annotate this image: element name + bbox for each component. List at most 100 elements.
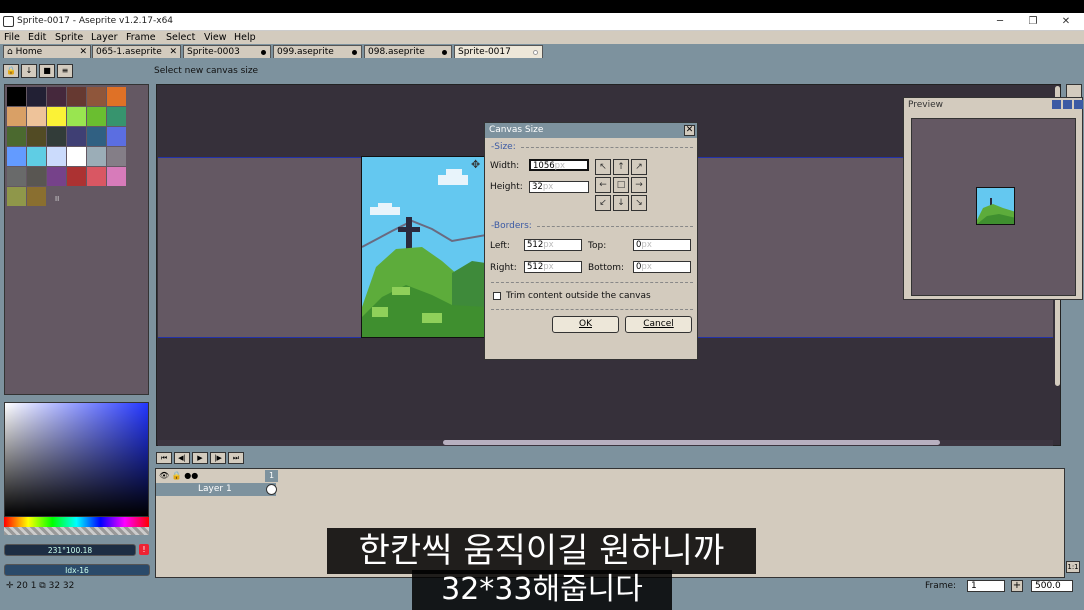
last-frame-icon[interactable]: ⏭: [228, 452, 244, 464]
menu-layer[interactable]: Layer: [91, 32, 118, 43]
palette-swatch[interactable]: [67, 167, 86, 186]
anchor-bottom-right-icon[interactable]: ↘: [631, 195, 647, 211]
menu-frame[interactable]: Frame: [126, 32, 156, 43]
palette-swatch[interactable]: [27, 107, 46, 126]
alpha-slider[interactable]: [4, 527, 149, 535]
palette-swatch[interactable]: [7, 107, 26, 126]
menu-select[interactable]: Select: [166, 32, 195, 43]
palette-swatch[interactable]: [47, 107, 66, 126]
palette-swatch[interactable]: [107, 107, 126, 126]
sort-icon[interactable]: ↓: [21, 64, 37, 78]
menu-file[interactable]: File: [4, 32, 20, 43]
next-frame-icon[interactable]: |▶: [210, 452, 226, 464]
zoom-input[interactable]: 500.0: [1031, 580, 1073, 592]
horizontal-scrollbar-thumb[interactable]: [443, 440, 940, 445]
height-input[interactable]: 32px: [529, 181, 589, 193]
modified-dot-icon[interactable]: [261, 50, 266, 55]
modified-dot-icon[interactable]: [533, 50, 538, 55]
trim-checkbox[interactable]: [493, 292, 501, 300]
palette-swatch[interactable]: [107, 167, 126, 186]
preview-play-icon[interactable]: [1063, 100, 1072, 109]
tab-sprite-0017[interactable]: Sprite-0017: [454, 45, 543, 58]
anchor-bottom-icon[interactable]: ↓: [613, 195, 629, 211]
anchor-top-icon[interactable]: ↑: [613, 159, 629, 175]
palette-swatch[interactable]: [7, 187, 26, 206]
anchor-center-icon[interactable]: □: [613, 177, 629, 193]
lock-icon[interactable]: 🔒: [3, 64, 19, 78]
left-input[interactable]: 512px: [524, 239, 582, 251]
palette-swatch[interactable]: [87, 167, 106, 186]
tab-098[interactable]: 098.aseprite: [364, 45, 452, 58]
anchor-top-left-icon[interactable]: ↖: [595, 159, 611, 175]
palette-swatch[interactable]: [87, 127, 106, 146]
prev-frame-icon[interactable]: ◀|: [174, 452, 190, 464]
palette-swatch[interactable]: [27, 187, 46, 206]
cancel-button[interactable]: Cancel: [625, 316, 692, 333]
palette-swatch[interactable]: [67, 127, 86, 146]
palette-swatch[interactable]: [87, 147, 106, 166]
layer-row[interactable]: Layer 1: [156, 483, 276, 496]
palette-resize-handle[interactable]: II: [55, 195, 59, 203]
palette-swatch[interactable]: [27, 147, 46, 166]
save-palette-icon[interactable]: ■: [39, 64, 55, 78]
minimize-button[interactable]: ─: [992, 15, 1008, 29]
close-window-button[interactable]: ✕: [1058, 15, 1074, 29]
palette-swatch[interactable]: [87, 107, 106, 126]
palette-swatch[interactable]: [47, 87, 66, 106]
add-frame-button[interactable]: +: [1011, 580, 1023, 592]
modified-dot-icon[interactable]: [352, 50, 357, 55]
width-input[interactable]: 1056px: [529, 159, 589, 171]
palette-swatch[interactable]: [67, 87, 86, 106]
preview-close-icon[interactable]: [1074, 100, 1083, 109]
tab-099[interactable]: 099.aseprite: [273, 45, 362, 58]
palette-swatch[interactable]: [67, 107, 86, 126]
play-icon[interactable]: ▶: [192, 452, 208, 464]
hue-slider[interactable]: [4, 517, 149, 527]
frame-header[interactable]: 1: [265, 470, 278, 482]
palette-swatch[interactable]: [47, 147, 66, 166]
options-icon[interactable]: ≡: [57, 64, 73, 78]
tab-close-icon[interactable]: ✕: [169, 46, 177, 58]
menu-help[interactable]: Help: [234, 32, 256, 43]
maximize-button[interactable]: ❐: [1025, 15, 1041, 29]
anchor-bottom-left-icon[interactable]: ↙: [595, 195, 611, 211]
frame-input[interactable]: 1: [967, 580, 1005, 592]
zoom-reset-button[interactable]: 1:1: [1066, 561, 1080, 573]
palette-swatch[interactable]: [27, 87, 46, 106]
ok-button[interactable]: OK: [552, 316, 619, 333]
top-input[interactable]: 0px: [633, 239, 691, 251]
menu-sprite[interactable]: Sprite: [55, 32, 83, 43]
palette-swatch[interactable]: [107, 127, 126, 146]
menu-edit[interactable]: Edit: [28, 32, 46, 43]
tab-065-1[interactable]: 065-1.aseprite ✕: [92, 45, 181, 58]
tab-sprite-0003[interactable]: Sprite-0003: [183, 45, 271, 58]
palette-swatch[interactable]: [47, 127, 66, 146]
link-icon[interactable]: ●●: [184, 471, 198, 480]
preview-pin-icon[interactable]: [1052, 100, 1061, 109]
palette-swatch[interactable]: [7, 147, 26, 166]
palette-swatch[interactable]: [67, 147, 86, 166]
palette-swatch[interactable]: [107, 87, 126, 106]
dialog-close-button[interactable]: ✕: [684, 125, 695, 136]
tab-close-icon[interactable]: ✕: [79, 46, 87, 58]
right-input[interactable]: 512px: [524, 261, 582, 273]
color-picker-area[interactable]: [4, 402, 149, 517]
modified-dot-icon[interactable]: [442, 50, 447, 55]
grid-toggle-icon[interactable]: [1066, 84, 1082, 98]
lock-icon[interactable]: 🔒: [172, 471, 182, 480]
tab-home[interactable]: ⌂ Home ✕: [3, 45, 91, 58]
sprite-image[interactable]: [361, 156, 485, 338]
first-frame-icon[interactable]: ⏮: [156, 452, 172, 464]
palette-swatch[interactable]: [87, 87, 106, 106]
cel-keyframe-icon[interactable]: [266, 484, 277, 495]
anchor-top-right-icon[interactable]: ↗: [631, 159, 647, 175]
anchor-left-icon[interactable]: ←: [595, 177, 611, 193]
bg-color-field[interactable]: Idx-16: [4, 564, 150, 576]
palette-swatch[interactable]: [7, 127, 26, 146]
palette-swatch[interactable]: [107, 147, 126, 166]
fg-color-field[interactable]: 231°100.18: [4, 544, 136, 556]
palette-swatch[interactable]: [47, 167, 66, 186]
palette-swatch[interactable]: [27, 167, 46, 186]
anchor-right-icon[interactable]: →: [631, 177, 647, 193]
palette-swatch[interactable]: [7, 87, 26, 106]
